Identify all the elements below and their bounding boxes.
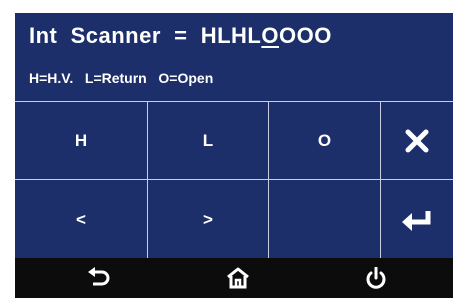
footer-bar [15, 258, 453, 298]
title-prefix: Int Scanner = HLHL [29, 23, 262, 48]
key-blank[interactable] [269, 180, 381, 259]
power-icon [366, 267, 386, 289]
back-icon [88, 267, 110, 286]
key-h[interactable]: H [15, 102, 148, 180]
close-button[interactable] [381, 102, 453, 180]
back-button[interactable] [69, 258, 129, 298]
scanner-legend: H=H.V. L=Return O=Open [29, 70, 214, 86]
key-left[interactable]: < [15, 180, 148, 259]
key-l[interactable]: L [148, 102, 269, 180]
key-right[interactable]: > [148, 180, 269, 259]
close-icon [405, 129, 429, 152]
enter-icon [402, 210, 431, 231]
title-cursor-char[interactable]: O [261, 23, 279, 48]
key-o[interactable]: O [269, 102, 381, 180]
power-button[interactable] [346, 258, 406, 298]
keypad: H L O < > [15, 101, 453, 259]
scanner-screen: Int Scanner = HLHLOOOO H=H.V. L=Return O… [15, 13, 453, 298]
scanner-title: Int Scanner = HLHLOOOO [29, 23, 332, 49]
home-button[interactable] [208, 258, 268, 298]
home-icon [227, 267, 249, 289]
scanner-panel: Int Scanner = HLHLOOOO H=H.V. L=Return O… [15, 13, 453, 259]
title-suffix: OOO [279, 23, 332, 48]
enter-button[interactable] [381, 180, 453, 259]
